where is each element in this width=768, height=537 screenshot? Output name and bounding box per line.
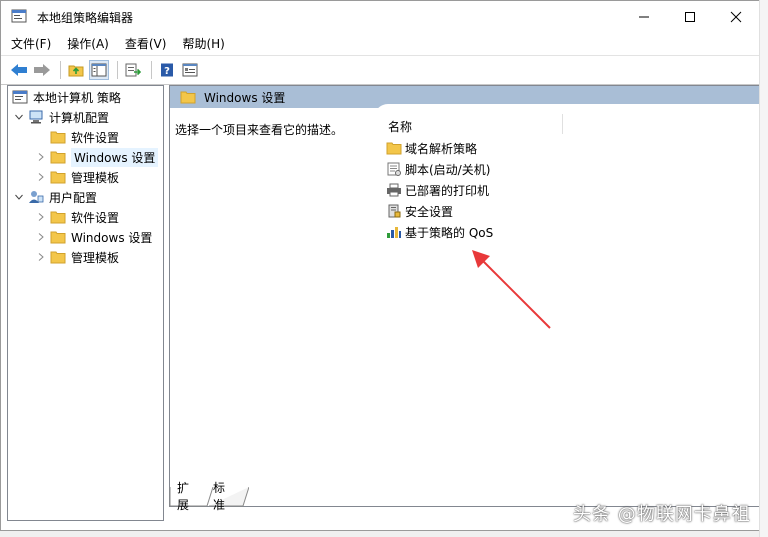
tab-standard[interactable]: 标准	[213, 481, 225, 512]
up-folder-icon	[68, 65, 84, 77]
tree-label: 软件设置	[71, 210, 120, 225]
watermark-text: 头条 @物联网卡鼻祖	[573, 504, 751, 525]
menu-view[interactable]: 查看(V)	[125, 35, 167, 52]
user-icon	[28, 190, 44, 204]
show-hide-tree-button[interactable]	[89, 60, 109, 80]
folder-icon	[50, 150, 66, 164]
toolbar: ?	[1, 55, 759, 85]
forward-arrow-icon	[34, 64, 50, 76]
item-list: 名称 域名解析策略 脚本(启动/关机) 已部署的打印机 安全设置 基于策略的 Q…	[374, 104, 762, 294]
annotation-arrow-icon	[472, 250, 551, 329]
qos-chart-icon	[386, 225, 402, 239]
folder-icon	[386, 141, 402, 155]
toolbar-separator	[151, 61, 152, 79]
close-button[interactable]	[713, 1, 759, 32]
minimize-icon	[639, 16, 649, 17]
tree-item-computer-config[interactable]: 计算机配置	[12, 107, 109, 127]
folder-icon	[180, 90, 196, 104]
security-icon	[386, 204, 402, 218]
tree-item-software-settings[interactable]: 软件设置	[34, 127, 119, 147]
computer-icon	[28, 110, 44, 124]
menu-action[interactable]: 操作(A)	[67, 35, 109, 52]
tree-item-user-config[interactable]: 用户配置	[12, 187, 97, 207]
toolbar-separator	[60, 61, 61, 79]
list-item-dns-policy[interactable]: 域名解析策略	[386, 138, 477, 158]
list-item-scripts[interactable]: 脚本(启动/关机)	[386, 159, 490, 179]
back-arrow-icon	[11, 64, 27, 76]
close-icon	[730, 11, 742, 22]
folder-icon	[50, 170, 66, 184]
list-item-label: 已部署的打印机	[405, 183, 490, 198]
forward-button[interactable]	[32, 60, 52, 80]
printer-icon	[386, 183, 402, 197]
back-button[interactable]	[9, 60, 29, 80]
minimize-button[interactable]	[621, 1, 667, 32]
tree-label: Windows 设置	[71, 230, 153, 245]
folder-icon	[50, 210, 66, 224]
details-header-title: Windows 设置	[204, 90, 286, 105]
up-one-level-button[interactable]	[66, 60, 86, 80]
chevron-right-icon[interactable]	[34, 170, 48, 184]
properties-button[interactable]	[180, 60, 200, 80]
chevron-down-icon[interactable]	[12, 110, 26, 124]
chevron-right-icon[interactable]	[34, 250, 48, 264]
list-item-policy-qos[interactable]: 基于策略的 QoS	[386, 222, 493, 242]
properties-icon	[182, 63, 198, 77]
maximize-icon	[685, 11, 695, 22]
list-item-label: 安全设置	[405, 204, 454, 219]
policy-tree[interactable]: 本地计算机 策略 计算机配置 软件设置 Windows 设置 管理模板 用户配置…	[7, 85, 164, 521]
details-pane: Windows 设置 选择一个项目来查看它的描述。 名称 域名解析策略 脚本(启…	[169, 85, 762, 507]
list-item-deployed-printers[interactable]: 已部署的打印机	[386, 180, 489, 200]
list-item-label: 脚本(启动/关机)	[405, 162, 491, 177]
tree-item-user-software-settings[interactable]: 软件设置	[34, 207, 119, 227]
script-icon	[386, 162, 402, 176]
policy-editor-icon	[11, 9, 27, 23]
tree-label: 用户配置	[49, 190, 98, 205]
list-item-label: 基于策略的 QoS	[405, 225, 494, 240]
menu-help[interactable]: 帮助(H)	[182, 35, 224, 52]
toolbar-separator	[117, 61, 118, 79]
help-button[interactable]: ?	[157, 60, 177, 80]
list-item-label: 域名解析策略	[405, 141, 478, 156]
tab-extended[interactable]: 扩展	[177, 481, 189, 512]
tree-label: 软件设置	[71, 130, 120, 145]
maximize-button[interactable]	[667, 1, 713, 32]
main-window: 本地组策略编辑器 文件(F) 操作(A) 查看(V) 帮助(H) ? 本地计算机…	[0, 0, 762, 531]
tree-item-local-computer-policy[interactable]: 本地计算机 策略	[12, 87, 121, 107]
window-title: 本地组策略编辑器	[37, 11, 134, 25]
tree-label: Windows 设置	[71, 147, 159, 167]
svg-text:?: ?	[164, 66, 170, 77]
computer-policy-icon	[12, 90, 28, 104]
tree-label: 本地计算机 策略	[33, 90, 121, 105]
list-item-security-settings[interactable]: 安全设置	[386, 201, 453, 221]
tree-label: 管理模板	[71, 170, 120, 185]
folder-icon	[50, 130, 66, 144]
chevron-right-icon[interactable]	[34, 150, 48, 164]
tree-item-admin-templates[interactable]: 管理模板	[34, 167, 119, 187]
tree-item-windows-settings[interactable]: Windows 设置	[34, 147, 159, 167]
tree-item-user-admin-templates[interactable]: 管理模板	[34, 247, 119, 267]
show-tree-icon	[91, 63, 107, 77]
tree-item-user-windows-settings[interactable]: Windows 设置	[34, 227, 152, 247]
export-list-button[interactable]	[123, 60, 143, 80]
tree-label: 计算机配置	[49, 110, 110, 125]
help-icon: ?	[161, 63, 173, 77]
chevron-down-icon[interactable]	[12, 190, 26, 204]
chevron-right-icon[interactable]	[34, 210, 48, 224]
title-bar[interactable]: 本地组策略编辑器	[1, 1, 759, 32]
export-list-icon	[125, 63, 141, 77]
menu-file[interactable]: 文件(F)	[11, 35, 51, 52]
folder-icon	[50, 250, 66, 264]
column-separator[interactable]	[562, 114, 563, 134]
background-window-edge	[759, 0, 768, 537]
tree-label: 管理模板	[71, 250, 120, 265]
chevron-right-icon[interactable]	[34, 230, 48, 244]
folder-icon	[50, 230, 66, 244]
column-header-name[interactable]: 名称	[388, 118, 412, 135]
menu-bar: 文件(F) 操作(A) 查看(V) 帮助(H)	[1, 32, 759, 54]
description-text: 选择一个项目来查看它的描述。	[175, 123, 344, 137]
